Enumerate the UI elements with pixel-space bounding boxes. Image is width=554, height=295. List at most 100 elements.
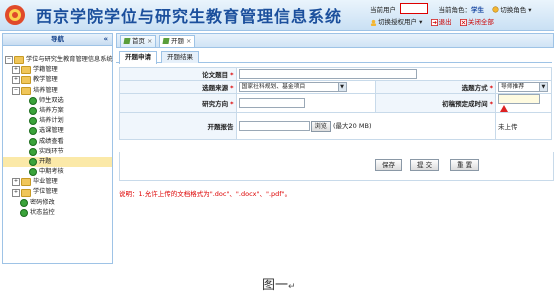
sidebar-item-training-plan[interactable]: 培养计划 <box>3 116 112 126</box>
planned-time-label: 初稿预定成时间 * <box>375 93 496 113</box>
tab-bar: 首页 × 开题 × <box>116 33 554 48</box>
save-button[interactable]: 保存 <box>375 159 402 171</box>
collapse-toggle-icon[interactable]: − <box>5 56 13 65</box>
leaf-icon <box>20 198 28 207</box>
switch-user-label: 切换授权用户 <box>378 18 417 26</box>
sidebar-item-grades[interactable]: 成绩查看 <box>3 137 112 147</box>
switch-user-link[interactable]: 切换授权用户 ▾ <box>370 16 422 26</box>
sidebar-item-teaching[interactable]: + 教学管理 <box>3 75 112 85</box>
reset-button[interactable]: 重 置 <box>450 159 480 171</box>
sidebar-item-enrollment[interactable]: + 学籍管理 <box>3 65 112 75</box>
tab-home[interactable]: 首页 × <box>120 35 157 47</box>
chevron-down-icon: ▾ <box>528 5 532 14</box>
sidebar-header: 导航 « <box>3 34 112 46</box>
leaf-icon <box>29 127 37 136</box>
subtab-proposal-result[interactable]: 开题结果 <box>161 51 199 63</box>
sidebar-item-status-monitor[interactable]: 状态监控 <box>3 208 112 218</box>
close-icon[interactable]: × <box>147 37 152 45</box>
collapse-sidebar-button[interactable]: « <box>103 34 108 45</box>
sidebar-item-course-selection[interactable]: 选课管理 <box>3 126 112 136</box>
method-select[interactable]: 导师推荐 ▼ <box>497 82 548 92</box>
leaf-icon <box>29 96 37 105</box>
close-all-label: 关闭全部 <box>467 18 494 26</box>
leaf-icon <box>29 168 37 177</box>
figure-caption: 图一↵ <box>262 274 296 293</box>
sidebar-item-training-plan-scheme[interactable]: 培养方案 <box>3 106 112 116</box>
current-role-value: 学生 <box>470 5 484 14</box>
leaf-icon <box>29 147 37 156</box>
folder-icon <box>21 86 31 95</box>
collapse-toggle-icon[interactable]: − <box>12 86 20 95</box>
school-logo-icon <box>5 5 25 25</box>
pencil-icon <box>123 38 131 44</box>
return-mark-icon: ↵ <box>288 282 296 292</box>
folder-icon <box>21 178 31 187</box>
direction-input[interactable] <box>238 98 305 108</box>
leaf-icon <box>29 117 37 126</box>
expand-toggle-icon[interactable]: + <box>12 76 20 85</box>
folder-icon <box>21 76 31 85</box>
caption-text: 图一 <box>262 278 289 293</box>
max-size-note: (最大20 MB) <box>333 122 372 131</box>
expand-toggle-icon[interactable]: + <box>12 188 20 197</box>
warning-icon <box>499 104 508 112</box>
pencil-icon <box>162 38 170 44</box>
chevron-down-icon: ▼ <box>538 83 547 91</box>
leaf-icon <box>20 208 28 217</box>
user-icon <box>370 19 377 26</box>
upload-status: 未上传 <box>494 112 553 140</box>
tree-root[interactable]: − 学位与研究生教育管理信息系统 <box>3 55 113 65</box>
chevron-down-icon: ▾ <box>419 18 423 26</box>
logout-link[interactable]: 退出 <box>430 16 452 26</box>
switch-role-link[interactable]: 切换角色 ▾ <box>492 4 532 14</box>
sidebar-item-degree[interactable]: + 学位管理 <box>3 187 112 197</box>
sidebar-item-practice[interactable]: 实践环节 <box>3 147 112 157</box>
switch-role-icon <box>492 6 499 13</box>
chevron-down-icon: ▼ <box>337 83 346 91</box>
app-window: 西京学院学位与研究生教育管理信息系统 当前用户 当前角色：学生 切换角色 ▾ 切… <box>0 0 554 264</box>
tab-home-label: 首页 <box>132 37 145 45</box>
sidebar-item-graduation[interactable]: + 毕业管理 <box>3 177 112 187</box>
sidebar-title: 导航 <box>51 35 64 43</box>
upload-format-note: 说明：1.允许上传的文档格式为".doc"、".docx"、".pdf"。 <box>119 190 292 198</box>
expand-toggle-icon[interactable]: + <box>12 178 20 187</box>
leaf-icon <box>29 157 37 166</box>
expand-toggle-icon[interactable]: + <box>12 66 20 75</box>
close-all-icon <box>459 18 467 26</box>
navigation-sidebar: 导航 « − 学位与研究生教育管理信息系统 + 学籍管理 + 教学管理 − 培养管理 师… <box>2 33 113 264</box>
submit-button[interactable]: 提 交 <box>410 159 440 171</box>
report-label: 开题报告 <box>119 112 237 140</box>
proposal-form: 论文题目 * 选题来源 * 国家社科规划、基金项目 ▼ 选题方式 * 导师推荐 ▼ 研究方… <box>119 67 553 140</box>
close-icon[interactable]: × <box>186 37 191 45</box>
browse-button[interactable]: 浏览 <box>310 120 331 132</box>
sidebar-item-midterm[interactable]: 中期考核 <box>3 167 112 177</box>
folder-icon <box>21 188 31 197</box>
sidebar-item-proposal[interactable]: 开题 <box>3 156 112 168</box>
sidebar-item-password[interactable]: 密码修改 <box>3 198 112 208</box>
current-role-label: 当前角色： <box>438 5 471 14</box>
subtab-bar: 开题申请 开题结果 <box>116 49 552 64</box>
main-panel: 首页 × 开题 × 开题申请 开题结果 论文题目 * 选题来源 * 国家社科规划、基金项… <box>116 33 554 262</box>
thesis-title-input[interactable] <box>238 69 417 79</box>
logout-icon <box>430 18 438 26</box>
close-all-link[interactable]: 关闭全部 <box>459 16 494 26</box>
direction-label: 研究方向 * <box>119 93 237 113</box>
planned-time-input[interactable] <box>497 94 540 104</box>
tab-proposal[interactable]: 开题 × <box>159 35 196 47</box>
current-user-label: 当前用户 <box>370 5 396 14</box>
source-select[interactable]: 国家社科规划、基金项目 ▼ <box>238 82 347 92</box>
report-file-input[interactable] <box>238 121 310 132</box>
folder-icon <box>14 56 24 65</box>
leaf-icon <box>29 137 37 146</box>
sidebar-item-training[interactable]: − 培养管理 <box>3 86 112 96</box>
current-user-value <box>400 3 429 14</box>
sidebar-item-mutual-selection[interactable]: 师生双选 <box>3 96 112 106</box>
tab-proposal-label: 开题 <box>171 37 184 45</box>
logout-label: 退出 <box>438 18 452 26</box>
button-row: 保存 提 交 重 置 <box>119 152 554 181</box>
folder-icon <box>21 66 31 75</box>
source-label: 选题来源 * <box>119 80 237 94</box>
subtab-proposal-apply[interactable]: 开题申请 <box>119 51 157 64</box>
app-header: 西京学院学位与研究生教育管理信息系统 当前用户 当前角色：学生 切换角色 ▾ 切… <box>0 0 554 31</box>
current-role: 当前角色：学生 <box>438 4 484 14</box>
